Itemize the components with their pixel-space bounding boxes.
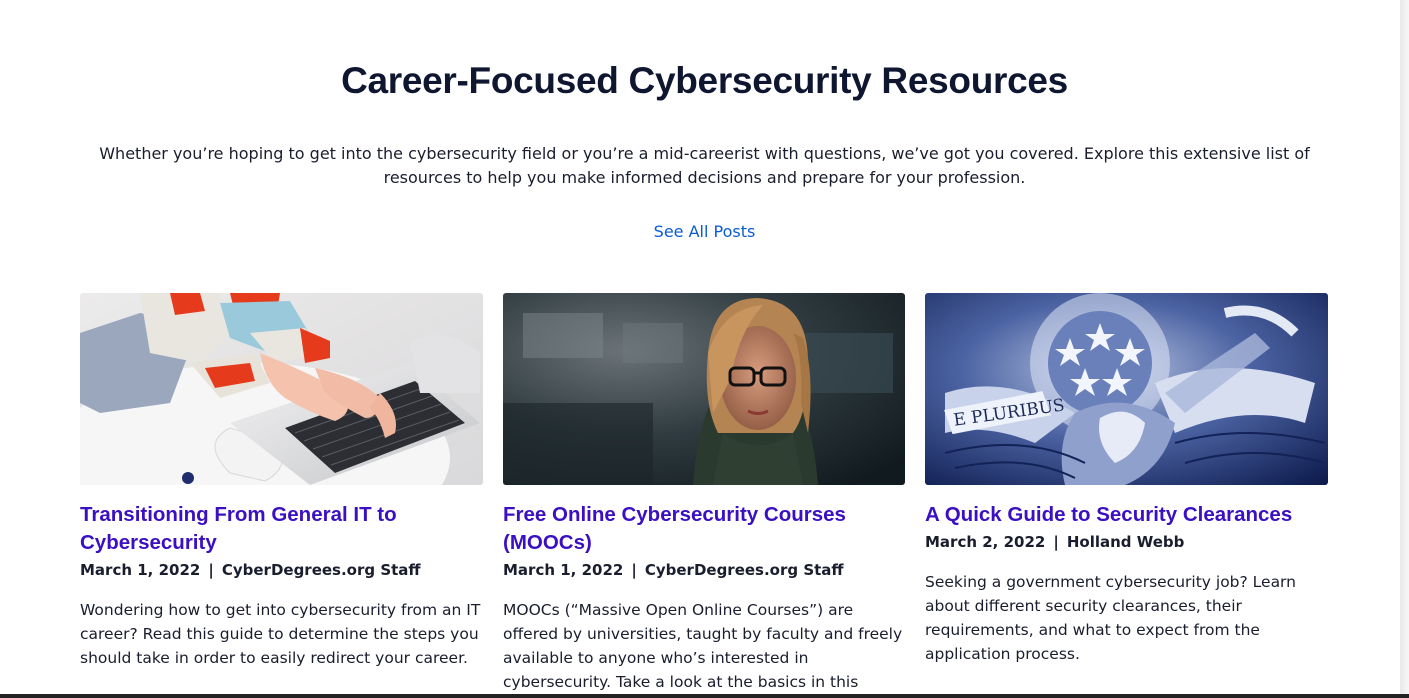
section-intro: Whether you’re hoping to get into the cy…: [99, 144, 1310, 187]
window-bottom-border: [0, 694, 1409, 698]
post-date: March 1, 2022: [80, 561, 201, 579]
window-edge: [1400, 0, 1409, 698]
meta-separator: |: [208, 561, 214, 579]
meta-separator: |: [1053, 533, 1059, 551]
post-title-link[interactable]: Free Online Cybersecurity Courses (MOOCs…: [503, 501, 905, 557]
eagle-seal-image[interactable]: E PLURIBUS: [925, 293, 1328, 485]
post-excerpt: Seeking a government cybersecurity job? …: [925, 573, 1296, 663]
meta-separator: |: [631, 561, 637, 579]
post-excerpt: MOOCs (“Massive Open Online Courses”) ar…: [503, 601, 903, 691]
post-excerpt: Wondering how to get into cybersecurity …: [80, 601, 481, 667]
resources-section: Career-Focused Cybersecurity Resources W…: [0, 0, 1400, 694]
post-date: March 1, 2022: [503, 561, 624, 579]
see-all-posts-link[interactable]: See All Posts: [654, 222, 756, 241]
post-date: March 2, 2022: [925, 533, 1046, 551]
post-title-link[interactable]: A Quick Guide to Security Clearances: [925, 501, 1328, 529]
post-author: Holland Webb: [1066, 533, 1185, 551]
laptop-typing-image[interactable]: [80, 293, 483, 485]
post-card: E PLURIBUS A Quick Guide to Security Cle…: [925, 293, 1328, 666]
post-author: CyberDegrees.org Staff: [221, 561, 421, 579]
see-all-container: See All Posts: [0, 222, 1400, 241]
woman-at-screen-image[interactable]: [503, 293, 905, 485]
post-meta: March 2, 2022 | Holland Webb: [925, 531, 1328, 553]
post-author: CyberDegrees.org Staff: [644, 561, 844, 579]
post-card: Free Online Cybersecurity Courses (MOOCs…: [503, 293, 905, 694]
section-title: Career-Focused Cybersecurity Resources: [341, 60, 1068, 101]
post-meta: March 1, 2022 | CyberDegrees.org Staff: [503, 559, 905, 581]
post-card: Transitioning From General IT to Cyberse…: [80, 293, 483, 670]
post-meta: March 1, 2022 | CyberDegrees.org Staff: [80, 559, 483, 581]
post-title-link[interactable]: Transitioning From General IT to Cyberse…: [80, 501, 483, 557]
